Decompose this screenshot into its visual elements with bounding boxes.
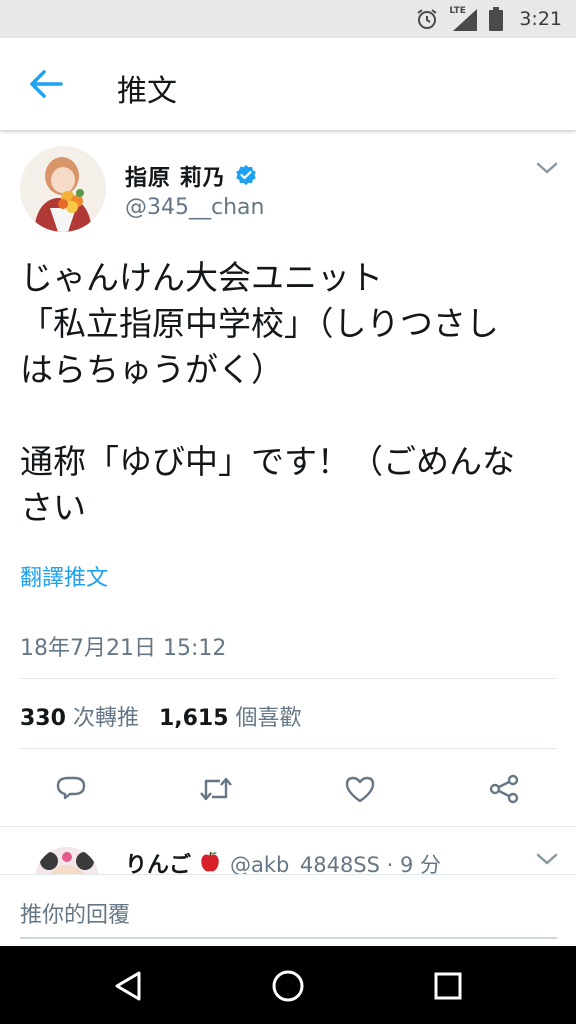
tweet-header: 指原 莉乃 @345__chan — [0, 140, 576, 240]
nav-home-button[interactable] — [268, 966, 308, 1006]
author-handle: @345__chan — [125, 195, 265, 220]
translate-tweet-link[interactable]: 翻譯推文 — [20, 560, 108, 592]
retweet-label: 次轉推 — [72, 706, 139, 731]
author-row: 指原 莉乃 — [125, 160, 258, 192]
like-label: 個喜歡 — [235, 706, 302, 731]
retweet-stat[interactable]: 330 次轉推 — [20, 700, 139, 732]
input-underline — [20, 937, 557, 939]
reply-icon — [56, 776, 86, 800]
chevron-down-icon — [536, 162, 558, 174]
apple-emoji-icon — [201, 851, 219, 872]
status-bar: LTE 3:21 — [0, 0, 576, 38]
nav-back-button[interactable] — [108, 966, 148, 1006]
retweet-count: 330 — [20, 706, 66, 731]
tweet-stats: 330 次轉推 1,615 個喜歡 — [20, 700, 302, 732]
app-bar: 推文 — [0, 38, 576, 130]
retweet-button[interactable] — [193, 766, 239, 812]
clock: 3:21 — [519, 8, 562, 30]
page-title: 推文 — [117, 74, 177, 109]
share-icon — [489, 774, 519, 804]
reply-button[interactable] — [48, 766, 94, 812]
author-name[interactable]: 指原 莉乃 — [125, 160, 226, 192]
like-stat[interactable]: 1,615 個喜歡 — [159, 700, 302, 732]
circle-home-icon — [272, 970, 304, 1002]
battery-icon — [489, 7, 504, 31]
back-button[interactable] — [26, 64, 66, 104]
tweet-text: じゃんけん大会ユニット 「私立指原中学校」（しりつさし はらちゅうがく） 通称「… — [20, 258, 515, 527]
alarm-icon — [417, 9, 437, 29]
retweet-icon — [200, 777, 232, 801]
reply-menu-button[interactable] — [536, 851, 558, 870]
arrow-left-icon — [30, 70, 63, 98]
reply-avatar[interactable] — [35, 847, 99, 874]
reply-author-handle: @akb_4848SS · 9 分 — [230, 853, 442, 874]
tweet-actions — [0, 766, 576, 812]
verified-badge-icon — [235, 165, 256, 185]
reply-author-name[interactable]: りんご — [125, 847, 191, 874]
like-icon — [345, 776, 375, 803]
like-count: 1,615 — [158, 706, 229, 731]
share-button[interactable] — [481, 766, 527, 812]
signal-icon: LTE — [449, 6, 479, 31]
nav-recents-button[interactable] — [428, 966, 468, 1006]
reply-compose: 推你的回覆 — [0, 874, 576, 946]
divider — [20, 678, 557, 679]
tweet-menu-button[interactable] — [536, 160, 558, 179]
divider — [20, 748, 557, 749]
like-button[interactable] — [337, 766, 383, 812]
reply-input[interactable]: 推你的回覆 — [20, 897, 130, 929]
triangle-back-icon — [115, 971, 141, 1001]
reply-preview[interactable]: りんご @akb_4848SS · 9 分 — [0, 826, 576, 874]
square-recents-icon — [434, 972, 462, 1000]
navigation-bar — [0, 946, 576, 1024]
status-icons: LTE 3:21 — [415, 6, 562, 32]
avatar[interactable] — [20, 146, 106, 232]
chevron-down-icon — [536, 853, 558, 865]
tweet-timestamp: 18年7月21日 15:12 — [20, 636, 227, 661]
